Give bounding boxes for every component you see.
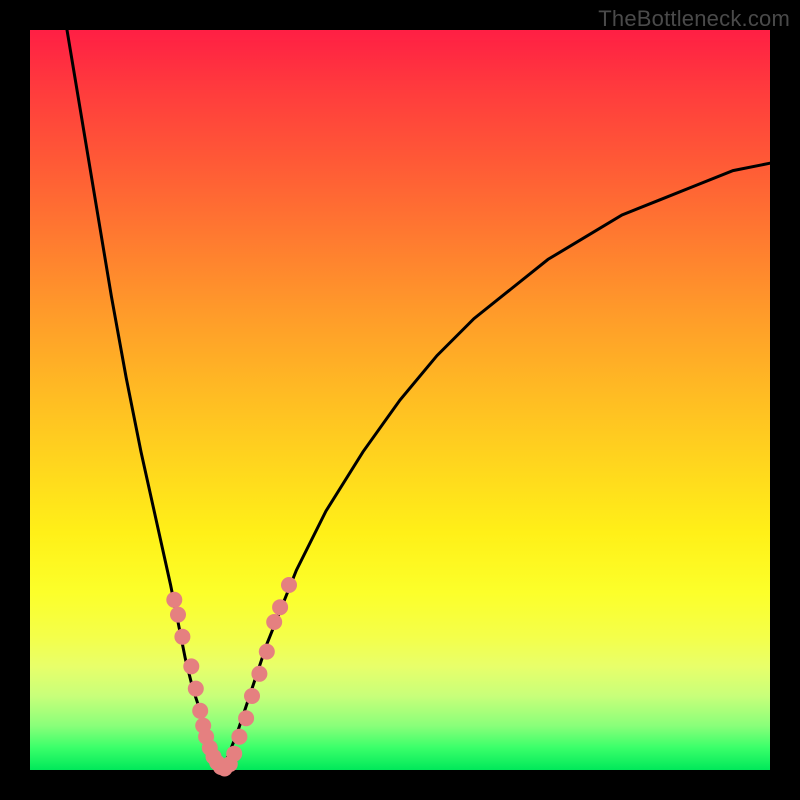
sample-dots [166, 577, 297, 777]
chart-plot-area [30, 30, 770, 770]
sample-dot [166, 592, 182, 608]
sample-dot [188, 681, 204, 697]
sample-dot [266, 614, 282, 630]
sample-dot [231, 729, 247, 745]
sample-dot [272, 599, 288, 615]
curve-left [67, 30, 222, 770]
sample-dot [238, 710, 254, 726]
sample-dot [259, 644, 275, 660]
watermark-text: TheBottleneck.com [598, 6, 790, 32]
chart-frame: TheBottleneck.com [0, 0, 800, 800]
sample-dot [183, 658, 199, 674]
sample-dot [192, 703, 208, 719]
sample-dot [281, 577, 297, 593]
curve-right [222, 163, 770, 770]
chart-svg [30, 30, 770, 770]
sample-dot [174, 629, 190, 645]
sample-dot [170, 607, 186, 623]
sample-dot [244, 688, 260, 704]
sample-dot [226, 746, 242, 762]
sample-dot [251, 666, 267, 682]
